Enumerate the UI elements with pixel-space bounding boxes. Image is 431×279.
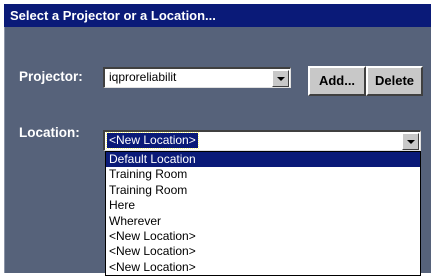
location-value: <New Location> [106,132,199,149]
delete-button[interactable]: Delete [366,66,423,96]
add-button[interactable]: Add... [308,66,366,96]
list-item[interactable]: Wherever [106,214,420,229]
projector-label: Projector: [19,69,83,84]
chevron-down-icon [407,140,415,144]
projector-dropdown[interactable]: iqproreliabilit [103,67,291,88]
list-item[interactable]: Default Location [106,152,420,168]
list-item[interactable]: Training Room [106,183,420,198]
projector-value: iqproreliabilit [109,70,177,84]
location-options-list[interactable]: Default Location Training Room Training … [105,151,421,276]
list-item[interactable]: Here [106,198,420,213]
projector-dropdown-button[interactable] [272,70,289,87]
title-bar-extension [364,4,431,27]
location-dropdown[interactable]: <New Location> [103,130,421,151]
list-item[interactable]: Training Room [106,167,420,182]
location-label: Location: [19,125,80,140]
chevron-down-icon [277,77,285,81]
location-dropdown-button[interactable] [402,133,419,150]
list-item[interactable]: <New Location> [106,260,420,275]
list-item[interactable]: <New Location> [106,244,420,259]
list-item[interactable]: <New Location> [106,229,420,244]
dialog-title: Select a Projector or a Location... [4,4,364,27]
